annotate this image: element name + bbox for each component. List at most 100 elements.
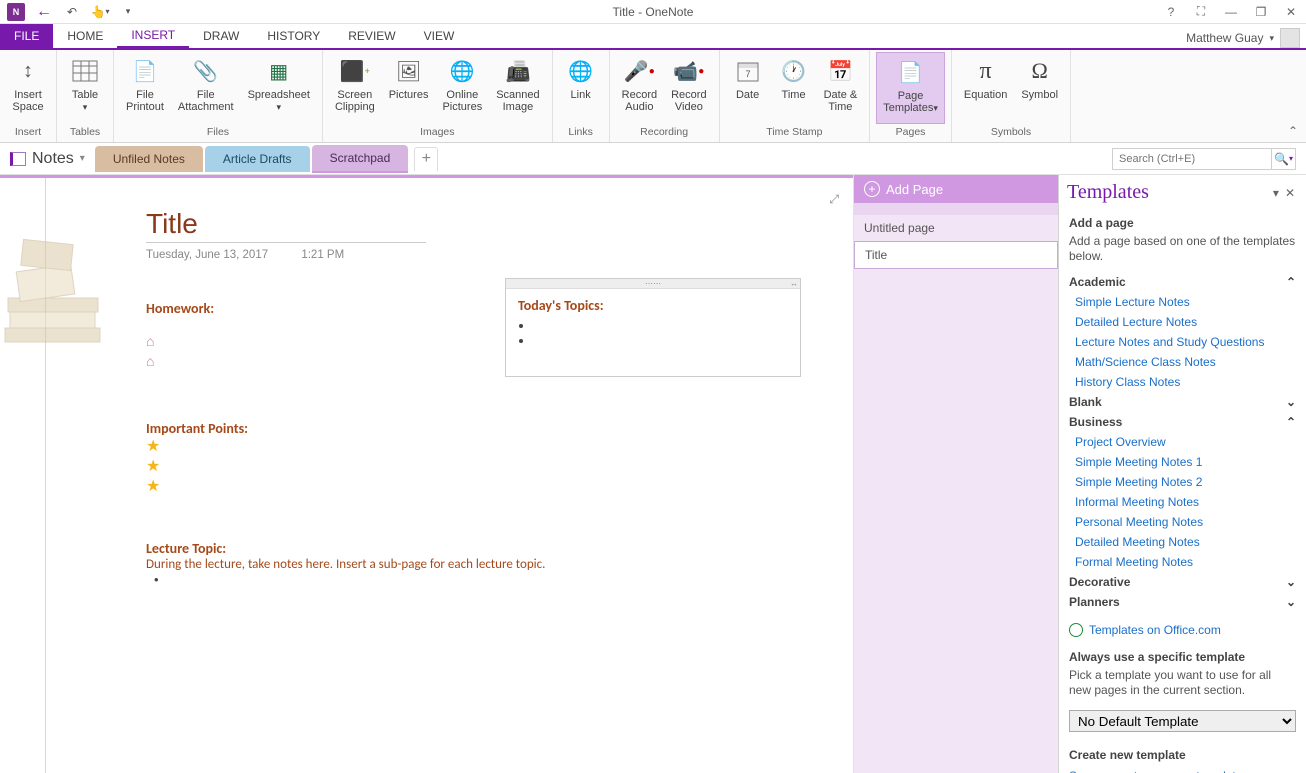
template-link[interactable]: Detailed Lecture Notes xyxy=(1069,312,1296,332)
omega-icon: Ω xyxy=(1024,55,1056,87)
section-tab-unfiled[interactable]: Unfiled Notes xyxy=(95,146,203,172)
touch-mode-icon[interactable]: 👆▾ xyxy=(88,2,112,22)
pictures-button[interactable]: 🖼Pictures xyxy=(383,52,435,124)
time-button[interactable]: 🕐Time xyxy=(772,52,816,124)
collapse-ribbon-icon[interactable]: ⌃ xyxy=(1280,120,1306,142)
add-page-button[interactable]: + Add Page xyxy=(854,175,1058,203)
symbol-button[interactable]: ΩSymbol xyxy=(1015,52,1064,124)
screen-clipping-button[interactable]: ⬛+Screen Clipping xyxy=(329,52,381,124)
datetime-button[interactable]: 📅Date & Time xyxy=(818,52,864,124)
notebook-bar: Notes ▾ Unfiled Notes Article Drafts Scr… xyxy=(0,143,1306,175)
tab-draw[interactable]: DRAW xyxy=(189,24,253,48)
section-tab-scratchpad[interactable]: Scratchpad xyxy=(312,145,409,173)
list-item[interactable] xyxy=(534,318,788,333)
add-section-button[interactable]: + xyxy=(414,147,438,171)
record-audio-button[interactable]: 🎤●Record Audio xyxy=(616,52,663,124)
add-page-heading: Add a page xyxy=(1069,216,1296,230)
templates-pane: Templates ▾ ✕ Add a page Add a page base… xyxy=(1058,175,1306,773)
tab-view[interactable]: VIEW xyxy=(410,24,469,48)
tab-review[interactable]: REVIEW xyxy=(334,24,409,48)
pi-icon: π xyxy=(970,55,1002,87)
file-attachment-button[interactable]: 📎File Attachment xyxy=(172,52,240,124)
star-icon[interactable]: ★ xyxy=(146,457,248,477)
search-button[interactable]: 🔍▾ xyxy=(1272,148,1296,170)
date-button[interactable]: 7Date xyxy=(726,52,770,124)
homework-heading[interactable]: Homework: xyxy=(146,300,214,317)
help-icon[interactable]: ? xyxy=(1160,3,1182,21)
page-templates-icon: 📄 xyxy=(895,56,927,88)
template-link[interactable]: History Class Notes xyxy=(1069,372,1296,392)
back-icon[interactable]: ← xyxy=(32,2,56,22)
restore-icon[interactable]: ❐ xyxy=(1250,3,1272,21)
expand-page-icon[interactable]: ⤢ xyxy=(829,192,839,207)
undo-icon[interactable]: ↶ xyxy=(60,2,84,22)
lecture-topic-heading[interactable]: Lecture Topic: xyxy=(146,540,545,557)
tab-file[interactable]: FILE xyxy=(0,24,53,48)
page-item-untitled[interactable]: Untitled page xyxy=(854,215,1058,241)
template-link[interactable]: Simple Lecture Notes xyxy=(1069,292,1296,312)
list-item[interactable]: • xyxy=(154,572,545,587)
equation-button[interactable]: πEquation xyxy=(958,52,1013,124)
page-templates-button[interactable]: 📄Page Templates▾ xyxy=(876,52,945,124)
save-template-link[interactable]: Save current page as a template xyxy=(1069,766,1296,773)
record-video-button[interactable]: 📹●Record Video xyxy=(665,52,712,124)
category-planners[interactable]: Planners⌄ xyxy=(1069,592,1296,612)
template-link[interactable]: Lecture Notes and Study Questions xyxy=(1069,332,1296,352)
file-printout-button[interactable]: 📄File Printout xyxy=(120,52,170,124)
close-icon[interactable]: ✕ xyxy=(1280,3,1302,21)
pane-move-icon[interactable]: ▾ xyxy=(1270,186,1282,200)
star-icon[interactable]: ★ xyxy=(146,477,248,497)
section-tab-drafts[interactable]: Article Drafts xyxy=(205,146,310,172)
minimize-icon[interactable]: — xyxy=(1220,3,1242,21)
spreadsheet-button[interactable]: ▦Spreadsheet▾ xyxy=(242,52,316,124)
template-link[interactable]: Simple Meeting Notes 2 xyxy=(1069,472,1296,492)
template-link[interactable]: Simple Meeting Notes 1 xyxy=(1069,452,1296,472)
file-printout-icon: 📄 xyxy=(129,55,161,87)
template-link[interactable]: Formal Meeting Notes xyxy=(1069,552,1296,572)
default-template-select[interactable]: No Default Template xyxy=(1069,710,1296,732)
online-pictures-button[interactable]: 🌐Online Pictures xyxy=(436,52,488,124)
pane-close-icon[interactable]: ✕ xyxy=(1282,186,1298,200)
insert-space-button[interactable]: ↕Insert Space xyxy=(6,52,50,124)
office-templates-link[interactable]: Templates on Office.com xyxy=(1089,620,1221,640)
scanned-image-button[interactable]: 📠Scanned Image xyxy=(490,52,545,124)
link-icon: 🌐 xyxy=(565,55,597,87)
search-input[interactable] xyxy=(1112,148,1272,170)
tab-history[interactable]: HISTORY xyxy=(253,24,334,48)
house-icon[interactable]: ⌂ xyxy=(146,351,214,371)
lecture-hint[interactable]: During the lecture, take notes here. Ins… xyxy=(146,557,545,572)
qat-customize-icon[interactable]: ▾ xyxy=(116,2,140,22)
fullscreen-icon[interactable]: ⛶ xyxy=(1190,3,1212,21)
plus-icon: + xyxy=(864,181,880,197)
list-item[interactable] xyxy=(534,333,788,348)
category-blank[interactable]: Blank⌄ xyxy=(1069,392,1296,412)
category-decorative[interactable]: Decorative⌄ xyxy=(1069,572,1296,592)
today-topics-heading[interactable]: Today's Topics: xyxy=(518,297,788,314)
category-academic[interactable]: Academic⌃ xyxy=(1069,272,1296,292)
user-account[interactable]: Matthew Guay ▾ xyxy=(1186,28,1306,48)
template-link[interactable]: Personal Meeting Notes xyxy=(1069,512,1296,532)
page-title[interactable]: Title xyxy=(146,208,426,240)
today-topics-container[interactable]: ⋯⋯↔ Today's Topics: xyxy=(505,278,801,377)
house-icon[interactable]: ⌂ xyxy=(146,331,214,351)
star-icon[interactable]: ★ xyxy=(146,437,248,457)
group-images-label: Images xyxy=(420,124,454,140)
template-link[interactable]: Project Overview xyxy=(1069,432,1296,452)
page-canvas[interactable]: ⤢ Title Tuesday, June 13, 2017 1:21 PM H… xyxy=(0,175,853,773)
tab-insert[interactable]: INSERT xyxy=(117,24,189,48)
page-item-title[interactable]: Title xyxy=(854,241,1058,269)
tab-home[interactable]: HOME xyxy=(53,24,117,48)
link-button[interactable]: 🌐Link xyxy=(559,52,603,124)
table-button[interactable]: Table▾ xyxy=(63,52,107,124)
container-handle[interactable]: ⋯⋯↔ xyxy=(506,279,800,289)
category-business[interactable]: Business⌃ xyxy=(1069,412,1296,432)
template-link[interactable]: Informal Meeting Notes xyxy=(1069,492,1296,512)
template-link[interactable]: Detailed Meeting Notes xyxy=(1069,532,1296,552)
app-icon[interactable]: N xyxy=(4,2,28,22)
group-insert-label: Insert xyxy=(15,124,41,140)
template-link[interactable]: Math/Science Class Notes xyxy=(1069,352,1296,372)
page-time: 1:21 PM xyxy=(301,249,344,261)
important-points-heading[interactable]: Important Points: xyxy=(146,420,248,437)
notebook-selector[interactable]: Notes ▾ xyxy=(0,150,95,168)
books-decoration xyxy=(0,208,120,368)
